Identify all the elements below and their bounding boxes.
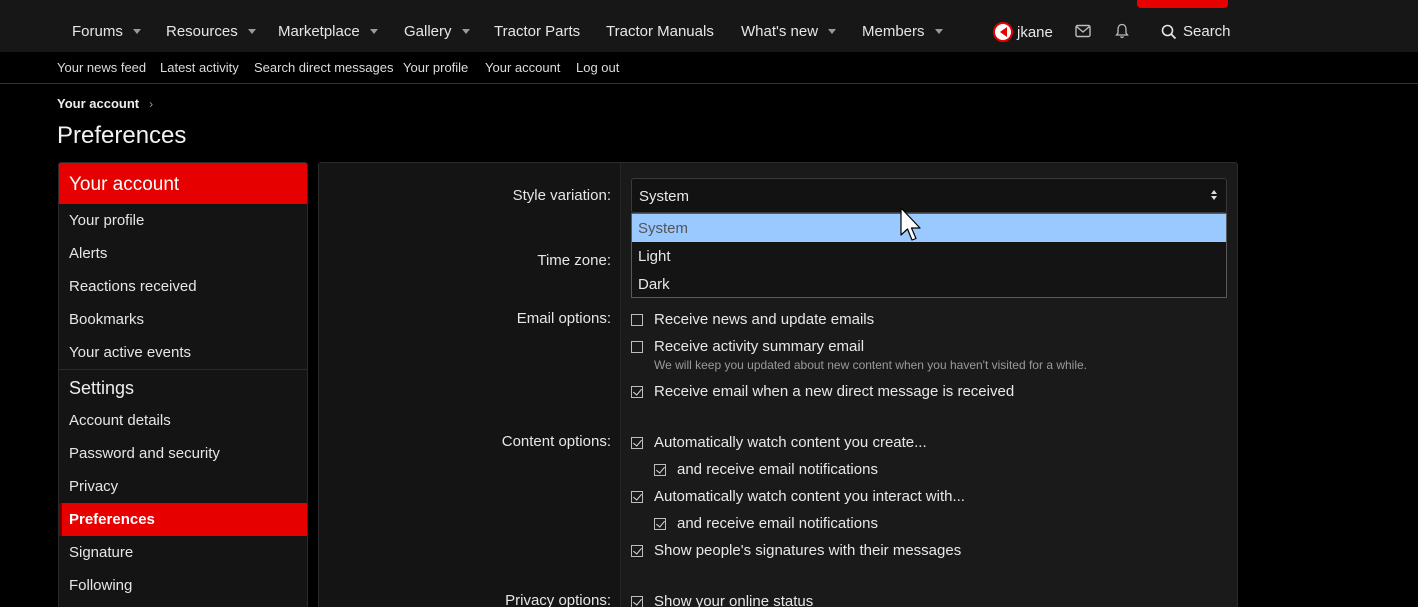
nav-marketplace[interactable]: Marketplace <box>278 23 378 40</box>
sidebar-item-following[interactable]: Following <box>59 569 307 602</box>
checkbox-checked-icon <box>654 464 666 476</box>
sidebar-item-preferences[interactable]: Preferences <box>59 503 307 536</box>
chevron-down-icon[interactable] <box>828 29 837 34</box>
sidebar-header: Your account <box>59 163 307 204</box>
subnav-log-out[interactable]: Log out <box>576 60 619 75</box>
checkbox-checked-icon <box>631 386 643 398</box>
online-status-checkbox[interactable]: Show your online status <box>631 593 813 607</box>
watch-interacted-email-checkbox[interactable]: and receive email notifications <box>654 515 878 532</box>
chevron-down-icon[interactable] <box>934 29 943 34</box>
sidebar-item-your-profile[interactable]: Your profile <box>59 204 307 237</box>
mail-icon[interactable] <box>1075 24 1091 38</box>
select-arrows-icon <box>1211 190 1219 200</box>
style-variation-dropdown: System Light Dark <box>631 213 1227 298</box>
account-sidebar: Your account Your profile Alerts Reactio… <box>58 162 308 607</box>
email-options-label: Email options: <box>516 310 611 327</box>
label-column <box>319 163 621 607</box>
option-dark[interactable]: Dark <box>632 270 1226 298</box>
search-button[interactable]: Search <box>1161 23 1231 40</box>
email-summary-checkbox[interactable]: Receive activity summary email <box>631 338 864 355</box>
nav-forums[interactable]: Forums <box>72 23 141 40</box>
email-dm-checkbox[interactable]: Receive email when a new direct message … <box>631 383 1014 400</box>
email-summary-hint: We will keep you updated about new conte… <box>654 358 1088 372</box>
mouse-cursor-icon <box>900 207 921 241</box>
nav-resources[interactable]: Resources <box>166 23 256 40</box>
email-news-checkbox[interactable]: Receive news and update emails <box>631 311 874 328</box>
sidebar-section-settings: Settings <box>59 369 307 404</box>
style-variation-select[interactable]: System <box>631 178 1227 213</box>
subnav-latest-activity[interactable]: Latest activity <box>160 60 239 75</box>
chevron-down-icon[interactable] <box>369 29 378 34</box>
watch-created-email-checkbox[interactable]: and receive email notifications <box>654 461 878 478</box>
chevron-right-icon: › <box>149 96 154 111</box>
sidebar-item-active-events[interactable]: Your active events <box>59 336 307 369</box>
time-zone-label: Time zone: <box>537 252 611 269</box>
nav-gallery[interactable]: Gallery <box>404 23 470 40</box>
subnav-your-profile[interactable]: Your profile <box>403 60 468 75</box>
chevron-down-icon[interactable] <box>461 29 470 34</box>
breadcrumb: Your account › <box>57 96 153 111</box>
watch-created-checkbox[interactable]: Automatically watch content you create..… <box>631 434 927 451</box>
sidebar-item-reactions[interactable]: Reactions received <box>59 270 307 303</box>
checkbox-checked-icon <box>631 491 643 503</box>
sidebar-item-signature[interactable]: Signature <box>59 536 307 569</box>
sidebar-item-account-details[interactable]: Account details <box>59 404 307 437</box>
nav-tractor-manuals[interactable]: Tractor Manuals <box>606 23 714 40</box>
sidebar-item-bookmarks[interactable]: Bookmarks <box>59 303 307 336</box>
checkbox-checked-icon <box>631 596 643 607</box>
subnav-news-feed[interactable]: Your news feed <box>57 60 146 75</box>
chevron-down-icon[interactable] <box>247 29 256 34</box>
sidebar-item-alerts[interactable]: Alerts <box>59 237 307 270</box>
user-menu[interactable]: jkane <box>993 22 1053 42</box>
bell-icon[interactable] <box>1115 23 1129 39</box>
option-light[interactable]: Light <box>632 242 1226 270</box>
checkbox-checked-icon <box>654 518 666 530</box>
nav-tractor-parts[interactable]: Tractor Parts <box>494 23 580 40</box>
chevron-down-icon[interactable] <box>132 29 141 34</box>
style-variation-label: Style variation: <box>512 187 611 204</box>
nav-members[interactable]: Members <box>862 23 943 40</box>
watch-interacted-checkbox[interactable]: Automatically watch content you interact… <box>631 488 965 505</box>
privacy-options-label: Privacy options: <box>505 592 611 607</box>
checkbox-icon <box>631 341 643 353</box>
subnav-your-account[interactable]: Your account <box>485 60 560 75</box>
page-title: Preferences <box>57 122 187 149</box>
sidebar-item-privacy[interactable]: Privacy <box>59 470 307 503</box>
show-signatures-checkbox[interactable]: Show people's signatures with their mess… <box>631 542 961 559</box>
sub-nav: Your news feed Latest activity Search di… <box>0 52 1418 84</box>
avatar <box>993 22 1013 42</box>
content-options-label: Content options: <box>501 433 611 450</box>
checkbox-checked-icon <box>631 545 643 557</box>
top-nav: Forums Resources Marketplace Gallery Tra… <box>0 0 1418 52</box>
search-icon <box>1161 24 1177 39</box>
brand-tab <box>1137 0 1228 8</box>
breadcrumb-link[interactable]: Your account <box>57 96 139 111</box>
checkbox-checked-icon <box>631 437 643 449</box>
option-system[interactable]: System <box>632 214 1226 242</box>
nav-whats-new[interactable]: What's new <box>741 23 837 40</box>
subnav-search-dm[interactable]: Search direct messages <box>254 60 393 75</box>
checkbox-icon <box>631 314 643 326</box>
sidebar-item-password-security[interactable]: Password and security <box>59 437 307 470</box>
